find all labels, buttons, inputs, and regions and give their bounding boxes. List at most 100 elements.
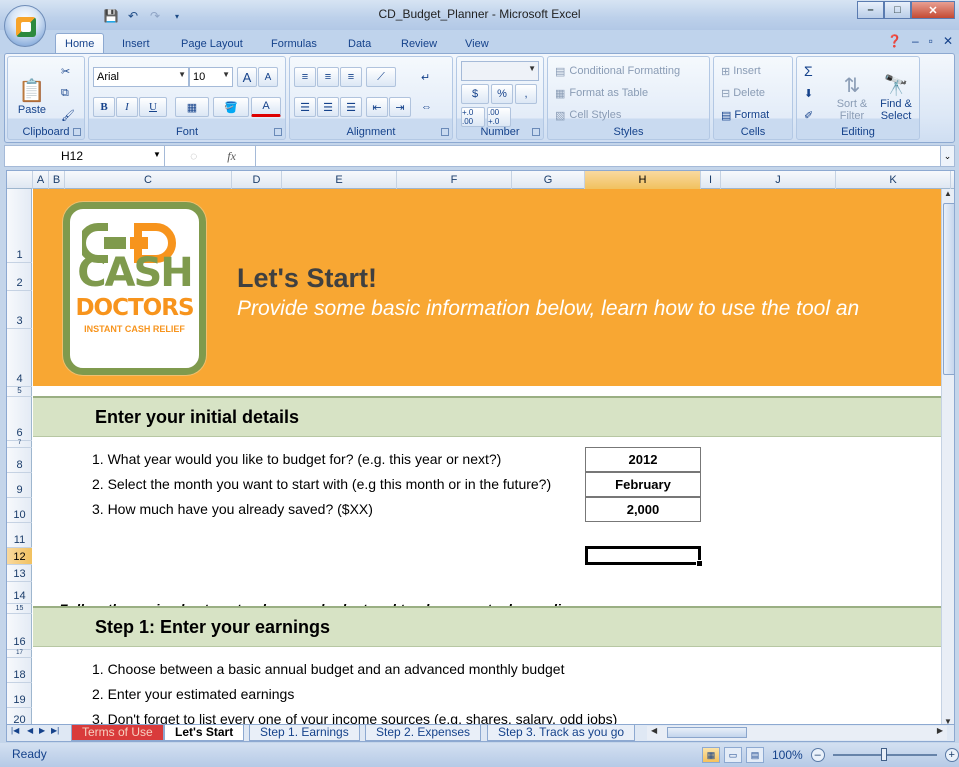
scroll-up-icon[interactable]: ▲ xyxy=(944,189,952,198)
align-right-icon[interactable]: ☰ xyxy=(340,97,362,117)
row-header[interactable]: 5 xyxy=(7,386,32,397)
undo-icon[interactable]: ↶ xyxy=(124,7,142,25)
font-launcher-icon[interactable] xyxy=(274,128,282,136)
column-header[interactable]: K xyxy=(836,171,951,189)
cancel-entry-icon[interactable]: ◌ xyxy=(190,149,197,163)
alignment-launcher-icon[interactable] xyxy=(441,128,449,136)
copy-icon[interactable]: ⧉ xyxy=(58,83,78,103)
orientation-icon[interactable]: ⟋ xyxy=(366,67,396,87)
column-header[interactable]: E xyxy=(282,171,397,189)
vertical-scrollbar[interactable]: ▲ ▼ xyxy=(941,189,954,724)
chevron-down-icon[interactable]: ▼ xyxy=(153,150,161,159)
column-header[interactable]: B xyxy=(49,171,65,189)
zoom-in-icon[interactable]: + xyxy=(944,748,959,762)
sheet-tab-track[interactable]: Step 3. Track as you go xyxy=(487,725,636,741)
tab-formulas[interactable]: Formulas xyxy=(262,33,326,54)
maximize-button[interactable]: □ xyxy=(884,1,911,19)
selected-cell-H12[interactable] xyxy=(585,546,703,567)
row-header[interactable]: 19 xyxy=(7,683,32,708)
find-select-button[interactable]: 🔭 Find & Select xyxy=(875,61,917,123)
zoom-level[interactable]: 100% xyxy=(772,748,803,762)
sheet-tab-expenses[interactable]: Step 2. Expenses xyxy=(365,725,482,741)
savings-answer-cell[interactable]: 2,000 xyxy=(585,497,701,522)
tab-page-layout[interactable]: Page Layout xyxy=(172,33,252,54)
column-header[interactable]: C xyxy=(65,171,232,189)
format-painter-icon[interactable]: 🖌 xyxy=(58,105,78,125)
fill-color-icon[interactable]: 🪣 xyxy=(213,97,249,117)
align-top-icon[interactable]: ≡ xyxy=(294,67,316,87)
save-icon[interactable]: 💾 xyxy=(102,7,120,25)
row-header[interactable]: 3 xyxy=(7,291,32,329)
align-left-icon[interactable]: ☰ xyxy=(294,97,316,117)
tab-data[interactable]: Data xyxy=(339,33,380,54)
tab-review[interactable]: Review xyxy=(392,33,446,54)
font-name-combo[interactable]: Arial ▼ xyxy=(93,67,189,87)
scroll-down-icon[interactable]: ▼ xyxy=(944,717,952,724)
percent-button[interactable]: % xyxy=(491,84,513,104)
delete-cells-button[interactable]: ⊟ Delete xyxy=(718,83,790,103)
horizontal-scrollbar[interactable]: ◀ ▶ xyxy=(647,726,947,740)
underline-button[interactable]: U xyxy=(139,97,167,117)
row-header[interactable]: 6 xyxy=(7,397,32,441)
italic-button[interactable]: I xyxy=(116,97,138,117)
row-header[interactable]: 2 xyxy=(7,263,32,291)
autosum-button[interactable]: Σ xyxy=(801,61,829,81)
row-header[interactable]: 13 xyxy=(7,565,32,582)
decrease-indent-icon[interactable]: ⇤ xyxy=(366,97,388,117)
align-bottom-icon[interactable]: ≡ xyxy=(340,67,362,87)
format-cells-button[interactable]: ▤ Format xyxy=(718,105,790,125)
page-break-view-icon[interactable]: ▤ xyxy=(746,747,764,763)
row-header[interactable]: 9 xyxy=(7,473,32,498)
bold-button[interactable]: B xyxy=(93,97,115,117)
column-header[interactable]: F xyxy=(397,171,512,189)
clipboard-launcher-icon[interactable] xyxy=(73,128,81,136)
borders-icon[interactable]: ▦ xyxy=(175,97,209,117)
row-header[interactable]: 14 xyxy=(7,582,32,604)
comma-button[interactable]: , xyxy=(515,84,537,104)
expand-formula-bar-icon[interactable]: ⌄ xyxy=(940,146,954,166)
redo-icon[interactable]: ↷ xyxy=(146,7,164,25)
column-header[interactable]: A xyxy=(33,171,49,189)
zoom-slider-thumb[interactable] xyxy=(880,748,887,761)
next-sheet-icon[interactable]: ▶ xyxy=(39,726,45,735)
cell-styles-button[interactable]: ▧ Cell Styles xyxy=(552,105,708,125)
format-as-table-button[interactable]: ▦ Format as Table xyxy=(552,83,708,103)
sheet-tab-lets-start[interactable]: Let's Start xyxy=(164,725,245,741)
zoom-slider[interactable] xyxy=(832,748,937,761)
insert-function-button[interactable]: fx xyxy=(227,149,236,164)
normal-view-icon[interactable]: ▦ xyxy=(702,747,720,763)
tab-insert[interactable]: Insert xyxy=(113,33,159,54)
row-header[interactable]: 4 xyxy=(7,329,32,387)
help-icon[interactable]: ❓ xyxy=(887,34,902,48)
minimize-button[interactable]: – xyxy=(857,1,884,19)
row-header[interactable]: 1 xyxy=(7,189,32,263)
zoom-out-icon[interactable]: – xyxy=(810,748,825,762)
year-answer-cell[interactable]: 2012 xyxy=(585,447,701,472)
number-launcher-icon[interactable] xyxy=(532,128,540,136)
formula-input[interactable] xyxy=(255,146,941,166)
sort-filter-button[interactable]: ⇅ Sort & Filter xyxy=(831,61,873,123)
conditional-formatting-button[interactable]: ▤ Conditional Formatting xyxy=(552,61,708,81)
scroll-left-icon[interactable]: ◀ xyxy=(651,726,657,735)
row-header[interactable]: 11 xyxy=(7,523,32,548)
column-header[interactable]: G xyxy=(512,171,585,189)
insert-cells-button[interactable]: ⊞ Insert xyxy=(718,61,790,81)
row-header[interactable]: 15 xyxy=(7,604,32,614)
grow-font-button[interactable]: A xyxy=(237,67,257,87)
page-layout-view-icon[interactable]: ▭ xyxy=(724,747,742,763)
merge-center-icon[interactable]: ⇔ xyxy=(418,97,446,117)
row-header[interactable]: 7 xyxy=(7,440,32,448)
close-button[interactable]: ✕ xyxy=(911,1,955,19)
sheet-tab-earnings[interactable]: Step 1. Earnings xyxy=(249,725,360,741)
column-header[interactable]: J xyxy=(721,171,836,189)
select-all-corner[interactable] xyxy=(7,171,33,189)
column-header[interactable]: H xyxy=(585,171,701,189)
align-center-icon[interactable]: ☰ xyxy=(317,97,339,117)
currency-button[interactable]: $ xyxy=(461,84,489,104)
number-format-combo[interactable]: ▼ xyxy=(461,61,539,81)
paste-button[interactable]: 📋 Paste xyxy=(12,61,52,117)
shrink-font-button[interactable]: A xyxy=(258,67,278,87)
clear-icon[interactable]: ✐ xyxy=(801,105,829,125)
row-header[interactable]: 10 xyxy=(7,498,32,523)
font-color-button[interactable]: A xyxy=(251,97,281,117)
